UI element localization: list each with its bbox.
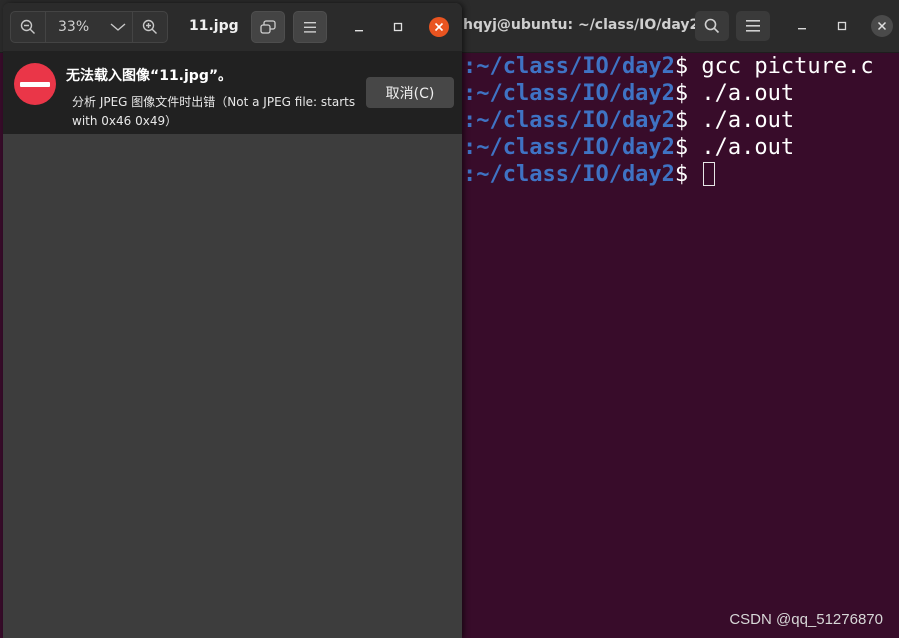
terminal-maximize-button[interactable] — [830, 14, 854, 38]
image-canvas[interactable] — [3, 134, 462, 638]
terminal-title: hqyj@ubuntu: ~/class/IO/day2 — [463, 17, 700, 33]
image-viewer-window: 33% 11.jpg 无法载入图像“11.jpg”。 分析 JPEG 图像文件时… — [3, 3, 462, 638]
viewer-header: 33% 11.jpg — [3, 3, 462, 51]
viewer-title: 11.jpg — [189, 18, 239, 34]
terminal-line: :~/class/IO/day2$ ./a.out — [463, 80, 899, 107]
cancel-button[interactable]: 取消(C) — [366, 77, 454, 108]
menu-icon — [746, 20, 760, 32]
error-detail: 分析 JPEG 图像文件时出错（Not a JPEG file: starts … — [72, 95, 356, 128]
viewer-close-button[interactable] — [428, 16, 450, 38]
maximize-icon — [393, 22, 403, 32]
prompt-path: :~/class/IO/day2 — [463, 135, 675, 160]
restore-view-button[interactable] — [251, 11, 285, 43]
prompt-path: :~/class/IO/day2 — [463, 108, 675, 133]
viewer-maximize-button[interactable] — [387, 16, 409, 38]
prompt-symbol: $ — [674, 81, 689, 106]
search-icon — [704, 18, 720, 34]
terminal-menu-button[interactable] — [736, 11, 770, 41]
prompt-symbol: $ — [674, 162, 689, 187]
terminal-line: :~/class/IO/day2$ ./a.out — [463, 107, 899, 134]
zoom-out-icon — [20, 19, 35, 34]
terminal-search-button[interactable] — [695, 11, 729, 41]
prompt-path: :~/class/IO/day2 — [463, 54, 675, 79]
command-text — [688, 162, 701, 187]
zoom-control: 33% — [10, 11, 168, 43]
viewer-menu-button[interactable] — [293, 11, 327, 43]
zoom-level: 33% — [58, 19, 90, 35]
minimize-icon — [798, 28, 806, 30]
terminal-line: :~/class/IO/day2$ — [463, 161, 899, 188]
chevron-down-icon — [110, 23, 126, 31]
zoom-out-button[interactable] — [11, 12, 45, 42]
zoom-dropdown[interactable]: 33% — [45, 12, 133, 42]
prompt-symbol: $ — [674, 108, 689, 133]
command-text: ./a.out — [688, 81, 795, 106]
close-icon — [434, 22, 444, 32]
minimize-icon — [355, 30, 363, 32]
terminal-output[interactable]: :~/class/IO/day2$ gcc picture.c :~/class… — [463, 52, 899, 638]
prompt-path: :~/class/IO/day2 — [463, 81, 675, 106]
error-icon — [14, 63, 56, 105]
error-title: 无法载入图像“11.jpg”。 — [66, 68, 233, 84]
maximize-icon — [837, 21, 847, 31]
zoom-in-icon — [142, 19, 157, 34]
error-infobar: 无法载入图像“11.jpg”。 分析 JPEG 图像文件时出错（Not a JP… — [3, 51, 462, 134]
zoom-in-button[interactable] — [133, 12, 167, 42]
command-text: ./a.out — [688, 135, 795, 160]
prompt-symbol: $ — [674, 135, 689, 160]
menu-icon — [304, 21, 316, 33]
terminal-minimize-button[interactable] — [790, 14, 814, 38]
command-text: ./a.out — [688, 108, 795, 133]
command-text: gcc picture.c — [688, 54, 874, 79]
terminal-line: :~/class/IO/day2$ gcc picture.c — [463, 53, 899, 80]
restore-icon — [260, 20, 276, 34]
close-icon — [877, 21, 887, 31]
watermark: CSDN @qq_51276870 — [729, 611, 883, 628]
viewer-minimize-button[interactable] — [348, 16, 370, 38]
terminal-close-button[interactable] — [870, 14, 894, 38]
terminal-line: :~/class/IO/day2$ ./a.out — [463, 134, 899, 161]
terminal-cursor — [703, 162, 716, 186]
prompt-path: :~/class/IO/day2 — [463, 162, 675, 187]
prompt-symbol: $ — [674, 54, 689, 79]
